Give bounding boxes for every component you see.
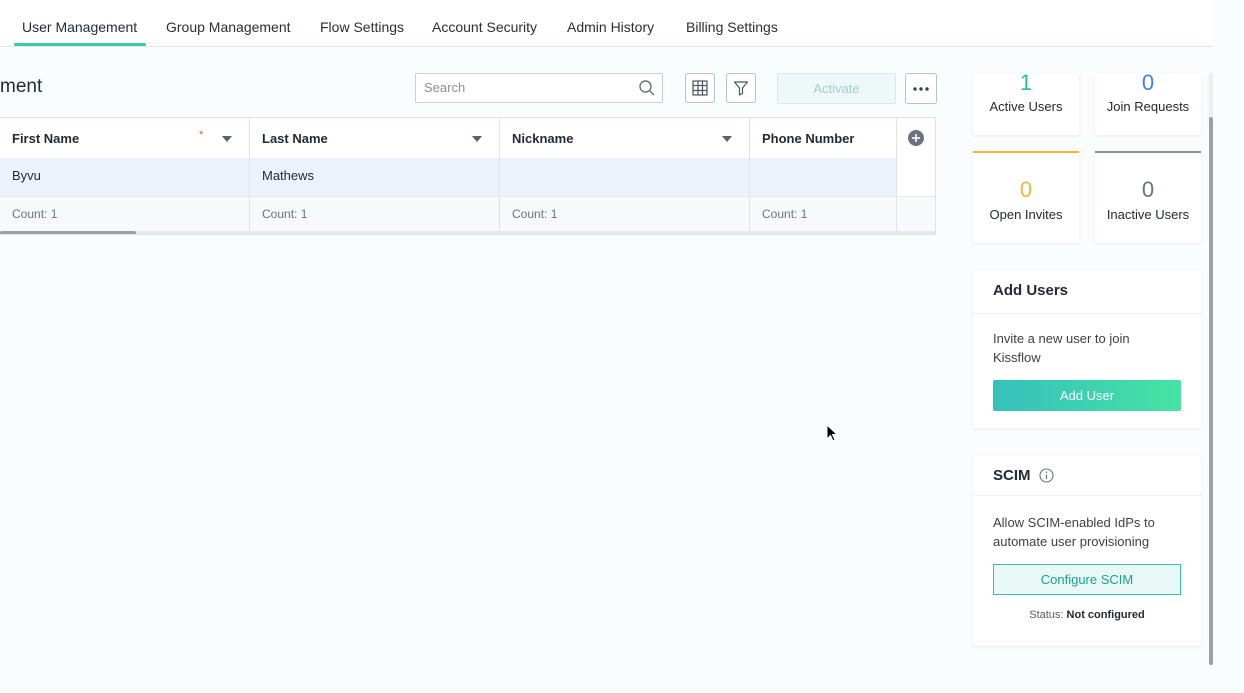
search-input[interactable]	[424, 80, 634, 95]
add-users-panel: Add Users Invite a new user to join Kiss…	[973, 270, 1201, 428]
tab-billing-settings[interactable]: Billing Settings	[686, 19, 778, 35]
scim-panel: SCIM Allow SCIM-enabled IdPs to automate…	[973, 456, 1201, 646]
filter-button[interactable]	[726, 73, 756, 103]
column-label: First Name	[12, 131, 80, 146]
tab-user-management[interactable]: User Management	[22, 19, 137, 35]
scim-status-value: Not configured	[1066, 609, 1145, 621]
column-label: Nickname	[512, 131, 574, 146]
horizontal-scrollbar-track[interactable]	[0, 231, 935, 234]
column-header-phone-number[interactable]: Phone Number	[750, 118, 897, 158]
count-cell: Count: 1	[0, 197, 250, 233]
top-navigation: User Management Group Management Flow Se…	[0, 0, 1213, 47]
column-label: Last Name	[262, 131, 328, 146]
open-invites-label: Open Invites	[989, 207, 1063, 222]
scim-title: SCIM	[993, 467, 1031, 484]
active-users-count: 1	[1019, 70, 1033, 95]
column-label: Phone Number	[762, 131, 855, 146]
join-requests-label: Join Requests	[1106, 99, 1190, 114]
tab-admin-history[interactable]: Admin History	[567, 19, 654, 35]
tab-flow-settings[interactable]: Flow Settings	[320, 19, 404, 35]
cell-first-name[interactable]: Byvu	[0, 158, 250, 196]
add-column-button[interactable]	[897, 118, 935, 158]
column-settings-button[interactable]	[685, 73, 715, 103]
scim-status-label: Status:	[1029, 609, 1064, 621]
plus-circle-icon	[908, 130, 924, 146]
column-header-last-name[interactable]: Last Name	[250, 118, 500, 158]
add-users-description: Invite a new user to join Kissflow	[993, 331, 1130, 365]
mouse-cursor-icon	[826, 424, 838, 442]
sort-caret-icon[interactable]	[472, 136, 482, 142]
table-header-row: First Name * Last Name Nickname Phone Nu…	[0, 118, 935, 159]
column-header-first-name[interactable]: First Name *	[0, 118, 250, 158]
add-users-title: Add Users	[993, 282, 1069, 299]
info-icon[interactable]	[1039, 468, 1054, 483]
tab-group-management[interactable]: Group Management	[166, 19, 291, 35]
divider	[973, 495, 1201, 496]
horizontal-scrollbar-thumb[interactable]	[0, 231, 136, 234]
sort-caret-icon[interactable]	[722, 136, 732, 142]
count-cell: Count: 1	[250, 197, 500, 233]
users-table: First Name * Last Name Nickname Phone Nu…	[0, 117, 936, 235]
column-header-nickname[interactable]: Nickname	[500, 118, 750, 158]
cell-empty	[897, 158, 935, 196]
active-tab-indicator	[14, 43, 146, 46]
required-marker: *	[199, 129, 204, 141]
tab-account-security[interactable]: Account Security	[432, 19, 537, 35]
table-row[interactable]: Byvu Mathews	[0, 158, 935, 197]
open-invites-count: 0	[1019, 177, 1033, 202]
filter-icon	[733, 81, 749, 96]
cell-nickname[interactable]	[500, 158, 750, 196]
join-requests-count: 0	[1141, 70, 1155, 95]
active-users-label: Active Users	[989, 99, 1063, 114]
inactive-users-card[interactable]: 0 Inactive Users	[1095, 151, 1201, 243]
count-row: Count: 1 Count: 1 Count: 1 Count: 1	[0, 197, 935, 233]
inactive-users-label: Inactive Users	[1106, 207, 1190, 222]
grid-columns-icon	[692, 80, 708, 96]
open-invites-card[interactable]: 0 Open Invites	[973, 151, 1079, 243]
count-cell: Count: 1	[750, 197, 897, 233]
scim-status: Status: Not configured	[973, 609, 1201, 621]
scim-description: Allow SCIM-enabled IdPs to automate user…	[993, 515, 1155, 549]
more-horizontal-icon	[913, 86, 929, 91]
search-box[interactable]	[415, 73, 663, 103]
vertical-scrollbar-thumb[interactable]	[1209, 117, 1213, 665]
count-cell	[897, 197, 935, 233]
cell-phone[interactable]	[750, 158, 897, 196]
activate-button[interactable]: Activate	[777, 73, 896, 104]
divider	[973, 313, 1201, 314]
sort-caret-icon[interactable]	[222, 136, 232, 142]
join-requests-card[interactable]: 0 Join Requests	[1095, 70, 1201, 135]
configure-scim-button[interactable]: Configure SCIM	[993, 564, 1181, 595]
more-options-button[interactable]	[905, 73, 937, 104]
cell-last-name[interactable]: Mathews	[250, 158, 500, 196]
active-users-card[interactable]: 1 Active Users	[973, 70, 1079, 135]
inactive-users-count: 0	[1141, 177, 1155, 202]
search-icon[interactable]	[638, 79, 656, 97]
page-title: ment	[0, 76, 43, 97]
add-user-button[interactable]: Add User	[993, 380, 1181, 411]
count-cell: Count: 1	[500, 197, 750, 233]
